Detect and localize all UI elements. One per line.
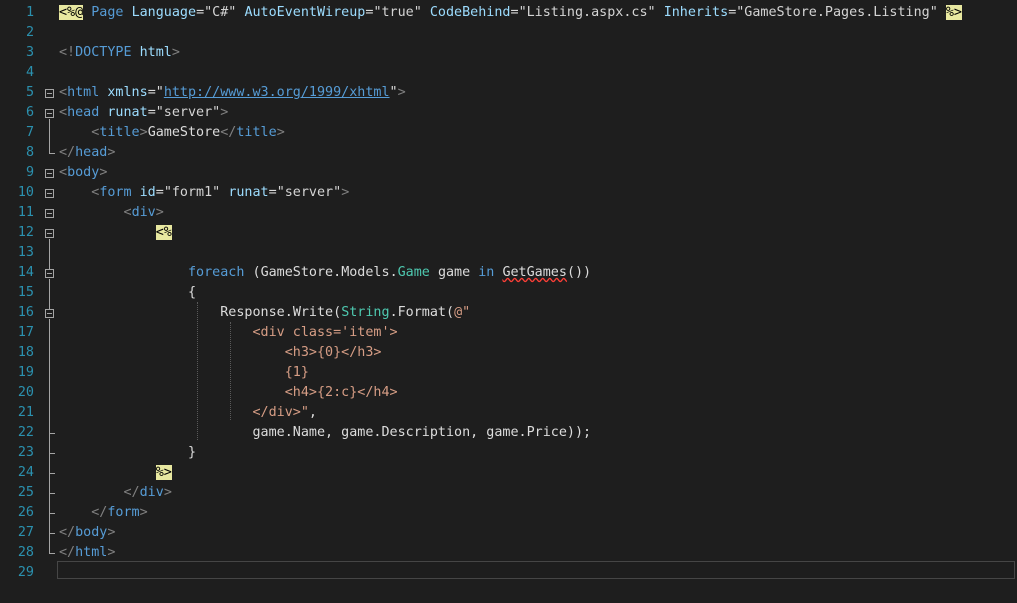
directive-keyword: Page bbox=[91, 5, 124, 20]
tag-name: body bbox=[75, 525, 108, 540]
code-line[interactable]: <!DOCTYPE html> bbox=[0, 43, 1017, 63]
variable: game bbox=[486, 425, 519, 440]
type-name: String bbox=[341, 305, 390, 320]
variable: game bbox=[437, 265, 471, 280]
attr-value: "GameStore.Pages.Listing" bbox=[736, 5, 938, 20]
code-line[interactable]: { bbox=[0, 283, 1017, 303]
code-block-open: <% bbox=[155, 225, 172, 240]
code-line[interactable]: {1} bbox=[0, 363, 1017, 383]
identifier: Response bbox=[220, 305, 285, 320]
server-directive-open: <%@ bbox=[59, 5, 84, 20]
string-literal: <h3>{0}</h3> bbox=[284, 345, 382, 360]
tag-name: head bbox=[67, 105, 100, 120]
code-line[interactable]: </html> bbox=[0, 543, 1017, 563]
attr-name: CodeBehind bbox=[429, 5, 511, 20]
attr-name: Inherits bbox=[663, 5, 729, 20]
attr-name: Language bbox=[131, 5, 197, 20]
tag-name: head bbox=[75, 145, 108, 160]
code-line[interactable]: <% bbox=[0, 223, 1017, 243]
attr-value: "server" bbox=[276, 185, 342, 200]
attr-value: "true" bbox=[373, 5, 422, 20]
code-line[interactable]: <%@ Page Language="C#" AutoEventWireup="… bbox=[0, 3, 1017, 23]
keyword: foreach bbox=[188, 265, 245, 280]
current-line-highlight bbox=[57, 561, 1015, 579]
code-line[interactable]: </div>", bbox=[0, 403, 1017, 423]
tag-name: html bbox=[67, 85, 100, 100]
namespace: GameStore bbox=[260, 265, 334, 280]
attr-name: xmlns bbox=[107, 85, 148, 100]
type-name: Game bbox=[397, 265, 430, 280]
variable: game bbox=[252, 425, 285, 440]
property: Price bbox=[526, 425, 567, 440]
attr-value: "C#" bbox=[204, 5, 237, 20]
string-literal: {1} bbox=[284, 365, 309, 380]
code-line[interactable]: <h4>{2:c}</h4> bbox=[0, 383, 1017, 403]
code-line[interactable]: <div class='item'> bbox=[0, 323, 1017, 343]
code-line[interactable]: </div> bbox=[0, 483, 1017, 503]
code-line[interactable]: <head runat="server"> bbox=[0, 103, 1017, 123]
doctype-name: html bbox=[139, 45, 172, 60]
tag-name: html bbox=[75, 545, 108, 560]
method-name: Write bbox=[292, 305, 334, 320]
title-text: GameStore bbox=[147, 125, 221, 140]
tag-name: title bbox=[99, 125, 140, 140]
tag-name: form bbox=[99, 185, 132, 200]
attr-name: runat bbox=[107, 105, 148, 120]
doctype-keyword: DOCTYPE bbox=[75, 45, 132, 60]
string-literal: <h4>{2:c}</h4> bbox=[284, 385, 398, 400]
namespace: Models bbox=[341, 265, 390, 280]
tag-name: form bbox=[107, 505, 140, 520]
attr-name: runat bbox=[228, 185, 269, 200]
brace: { bbox=[188, 285, 197, 300]
property: Description bbox=[381, 425, 471, 440]
tag-name: title bbox=[236, 125, 277, 140]
code-line[interactable]: <body> bbox=[0, 163, 1017, 183]
code-line[interactable]: </head> bbox=[0, 143, 1017, 163]
string-literal: </div>" bbox=[252, 405, 309, 420]
code-line[interactable]: } bbox=[0, 443, 1017, 463]
method-name: Format bbox=[397, 305, 446, 320]
server-directive-close: %> bbox=[945, 5, 962, 20]
variable: game bbox=[341, 425, 374, 440]
code-line[interactable]: %> bbox=[0, 463, 1017, 483]
code-line[interactable]: </form> bbox=[0, 503, 1017, 523]
code-line[interactable]: game.Name, game.Description, game.Price)… bbox=[0, 423, 1017, 443]
tag-name: div bbox=[139, 485, 164, 500]
code-line[interactable]: <html xmlns="http://www.w3.org/1999/xhtm… bbox=[0, 83, 1017, 103]
code-block-close: %> bbox=[155, 465, 172, 480]
verbatim-string-start: @" bbox=[454, 305, 471, 320]
xmlns-link[interactable]: http://www.w3.org/1999/xhtml bbox=[164, 85, 390, 100]
code-line[interactable]: <form id="form1" runat="server"> bbox=[0, 183, 1017, 203]
brace: } bbox=[188, 445, 197, 460]
code-line[interactable]: <h3>{0}</h3> bbox=[0, 343, 1017, 363]
attr-name: AutoEventWireup bbox=[244, 5, 366, 20]
attr-value: "server" bbox=[155, 105, 221, 120]
attr-name: id bbox=[139, 185, 156, 200]
tag-name: body bbox=[67, 165, 100, 180]
code-line[interactable]: </body> bbox=[0, 523, 1017, 543]
string-literal: <div class='item'> bbox=[252, 325, 398, 340]
code-line[interactable]: <title>GameStore</title> bbox=[0, 123, 1017, 143]
code-line[interactable]: foreach (GameStore.Models.Game game in G… bbox=[0, 263, 1017, 283]
attr-value: "Listing.aspx.cs" bbox=[518, 5, 656, 20]
keyword: in bbox=[478, 265, 495, 280]
code-editor[interactable]: 1 2 3 4 5 6 7 8 9 10 11 12 13 14 15 16 17 18 19 20 21 22 23 24 2… bbox=[0, 0, 1017, 598]
tag-name: div bbox=[131, 205, 156, 220]
attr-value: "form1" bbox=[163, 185, 221, 200]
code-line[interactable]: Response.Write(String.Format(@" bbox=[0, 303, 1017, 323]
code-line[interactable]: <div> bbox=[0, 203, 1017, 223]
property: Name bbox=[292, 425, 326, 440]
method-call-error[interactable]: GetGames bbox=[502, 265, 567, 280]
